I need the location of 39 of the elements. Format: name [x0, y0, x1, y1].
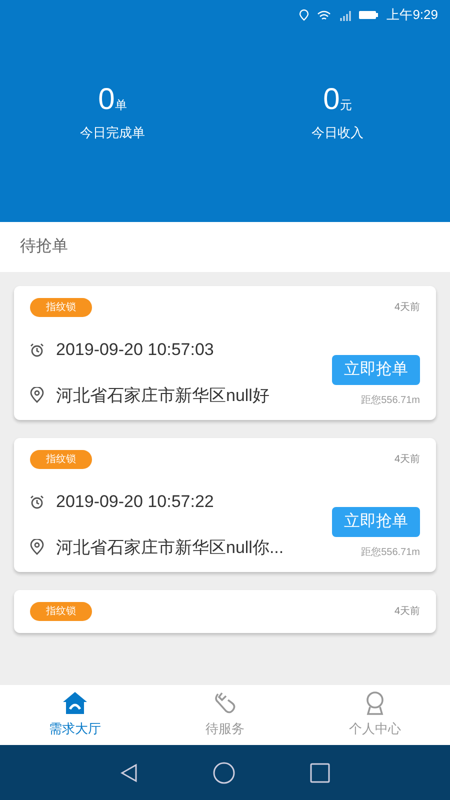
wifi-icon	[316, 10, 331, 20]
service-address: 河北省石家庄市新华区null好	[56, 384, 270, 406]
grab-order-button[interactable]: 立即抢单	[332, 507, 420, 537]
wrench-icon	[212, 691, 238, 716]
section-title: 待抢单	[20, 237, 68, 257]
service-time: 2019-09-20 10:57:22	[56, 491, 214, 513]
nav-tab[interactable]: 需求大厅	[0, 685, 150, 745]
home-circle-icon[interactable]	[213, 762, 235, 784]
category-tag: 指纹锁	[30, 602, 92, 621]
nav-tab[interactable]: 待服务	[150, 685, 300, 745]
location-icon	[298, 9, 309, 21]
grab-order-button[interactable]: 立即抢单	[332, 355, 420, 385]
stat-value: 0元	[323, 85, 352, 116]
stat-label: 今日收入	[312, 124, 364, 142]
service-address: 河北省石家庄市新华区null你...	[56, 536, 284, 558]
service-time: 2019-09-20 10:57:03	[56, 339, 214, 361]
order-card[interactable]: 指纹锁 4天前 2019-09-20 10:57:03 河北省石家庄市新华区null好 立即抢单 距您556.71m	[14, 286, 436, 420]
alarm-clock-icon	[30, 494, 44, 509]
home-icon	[62, 691, 88, 716]
order-card[interactable]: 指纹锁 4天前 2019-09-20 10:57:22 河北省石家庄市新华区null你... 立即抢单 距您556.71m	[14, 438, 436, 572]
order-age: 4天前	[394, 301, 420, 315]
location-pin-icon	[30, 539, 44, 556]
recent-apps-icon[interactable]	[310, 762, 330, 782]
back-icon[interactable]	[120, 762, 138, 782]
signal-icon	[338, 10, 351, 20]
stat-label: 今日完成单	[80, 124, 145, 142]
category-tag: 指纹锁	[30, 298, 92, 317]
stat-value: 0单	[98, 85, 127, 116]
status-time: 上午9:29	[386, 6, 438, 24]
location-pin-icon	[30, 387, 44, 404]
order-card[interactable]: 指纹锁 4天前	[14, 590, 436, 633]
nav-tab[interactable]: 个人中心	[300, 685, 450, 745]
category-tag: 指纹锁	[30, 450, 92, 469]
order-age: 4天前	[394, 453, 420, 467]
battery-icon	[358, 10, 379, 20]
alarm-clock-icon	[30, 342, 44, 357]
distance-text: 距您556.71m	[361, 394, 420, 408]
distance-text: 距您556.71m	[361, 546, 420, 560]
order-age: 4天前	[394, 605, 420, 619]
